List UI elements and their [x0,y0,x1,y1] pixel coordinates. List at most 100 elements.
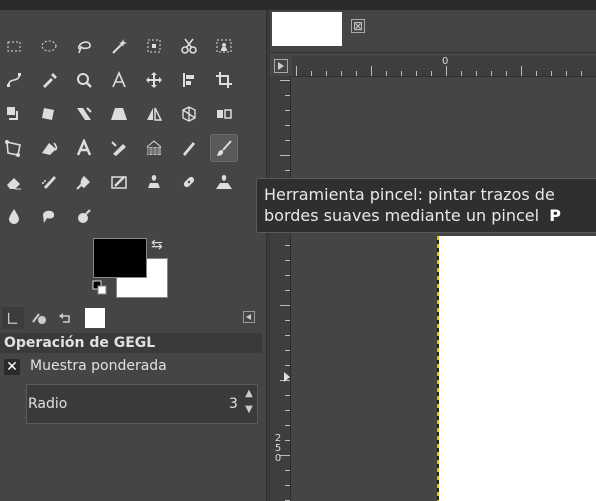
pointer-marker-icon [284,372,290,382]
ruler-tick [296,66,297,76]
layer-boundary [437,236,439,501]
ruler-tick [356,71,357,76]
ruler-tick [285,110,290,111]
sample-merged-checkbox[interactable]: ✕ [4,359,20,375]
pattern-icon[interactable] [140,134,168,162]
ellipse-select-icon[interactable] [35,32,63,60]
ruler-tick [566,71,567,76]
eraser-icon[interactable] [0,168,28,196]
undo-history-tab-icon[interactable] [54,307,76,329]
ruler-tick [386,71,387,76]
ruler-tick [285,395,290,396]
cage-transform-icon[interactable] [175,100,203,128]
airbrush-icon[interactable] [35,168,63,196]
close-icon[interactable]: ⊠ [351,19,365,33]
handle-transform-icon[interactable] [0,134,28,162]
device-status-tab-icon[interactable] [28,307,50,329]
ruler-tick [311,71,312,76]
tooltip-line-1: Herramienta pincel: pintar trazos de [264,185,555,204]
ruler-tick [285,260,290,261]
ruler-tick [280,80,290,81]
ruler-tick [285,95,290,96]
ruler-tick [476,71,477,76]
flip-icon[interactable] [140,100,168,128]
ruler-tick [431,71,432,76]
measure-icon[interactable] [105,66,133,94]
rotate-icon[interactable] [35,100,63,128]
ruler-tick [285,350,290,351]
perspective-icon[interactable] [105,100,133,128]
scissors-select-icon[interactable] [175,32,203,60]
tool-options-tab-icon[interactable] [2,307,24,329]
dock-tabs [0,305,262,329]
swap-colors-icon[interactable]: ⇆ [151,237,163,253]
ink-icon[interactable] [70,168,98,196]
lasso-select-icon[interactable] [70,32,98,60]
rect-select-icon[interactable] [0,32,28,60]
image-thumbnail-tab[interactable] [272,12,342,46]
foreground-color-swatch[interactable] [93,238,147,278]
ruler-tick [285,140,290,141]
gradient-icon[interactable] [105,134,133,162]
ruler-tick [326,71,327,76]
dodge-burn-icon[interactable] [70,202,98,230]
quick-mask-icon[interactable] [274,59,288,73]
ruler-tick [285,245,290,246]
ruler-tick [285,335,290,336]
heal-icon[interactable] [175,168,203,196]
ruler-tick [551,71,552,76]
foreground-select-icon[interactable] [210,32,238,60]
ruler-tick [341,71,342,76]
ruler-tick [285,320,290,321]
ruler-tick [446,66,447,76]
ruler-tick [416,71,417,76]
chevron-up-icon[interactable]: ▲ [242,386,256,402]
align-icon[interactable] [175,66,203,94]
paintbrush-icon[interactable] [210,134,238,162]
radius-spin-buttons[interactable]: ▲ ▼ [242,386,256,422]
fuzzy-select-icon[interactable] [105,32,133,60]
shear-icon[interactable] [70,100,98,128]
perspective-clone-icon[interactable] [210,168,238,196]
mypaint-brush-icon[interactable] [105,168,133,196]
clone-icon[interactable] [140,168,168,196]
ruler-250-label: 250 [274,433,282,464]
unified-transform-icon[interactable] [0,100,28,128]
radius-value[interactable]: 3 [229,396,238,412]
ruler-tick [285,290,290,291]
text-icon[interactable] [70,134,98,162]
ruler-zero-label: 0 [442,56,449,67]
ruler-tick [285,440,290,441]
smudge-icon[interactable] [35,202,63,230]
divider [270,52,596,53]
tooltip-line-2-text: bordes suaves mediante un pincel [264,206,540,225]
ruler-tick [371,66,372,76]
panel-menu-icon[interactable] [243,311,255,323]
paths-icon[interactable] [0,66,28,94]
warp-transform-icon[interactable] [210,100,238,128]
reset-colors-icon[interactable] [92,280,108,296]
bucket-fill-icon[interactable] [35,134,63,162]
sample-merged-label: Muestra ponderada [30,358,167,374]
ruler-tick [280,155,290,156]
title-bar [0,0,596,10]
images-tab-icon[interactable] [85,308,105,328]
ruler-tick [285,365,290,366]
select-by-color-icon[interactable] [140,32,168,60]
pencil-icon[interactable] [175,134,203,162]
ruler-tick [521,66,522,76]
color-picker-icon[interactable] [35,66,63,94]
ruler-tick [285,275,290,276]
chevron-down-icon[interactable]: ▼ [242,402,256,418]
ruler-tick [401,71,402,76]
ruler-tick [285,170,290,171]
gegl-operation-header: Operación de GEGL [0,333,262,353]
ruler-tick [285,125,290,126]
radius-label: Radio [28,396,68,412]
move-icon[interactable] [140,66,168,94]
image-canvas[interactable] [439,236,596,501]
ruler-tick [285,485,290,486]
zoom-icon[interactable] [70,66,98,94]
blur-icon[interactable] [0,202,28,230]
crop-icon[interactable] [210,66,238,94]
